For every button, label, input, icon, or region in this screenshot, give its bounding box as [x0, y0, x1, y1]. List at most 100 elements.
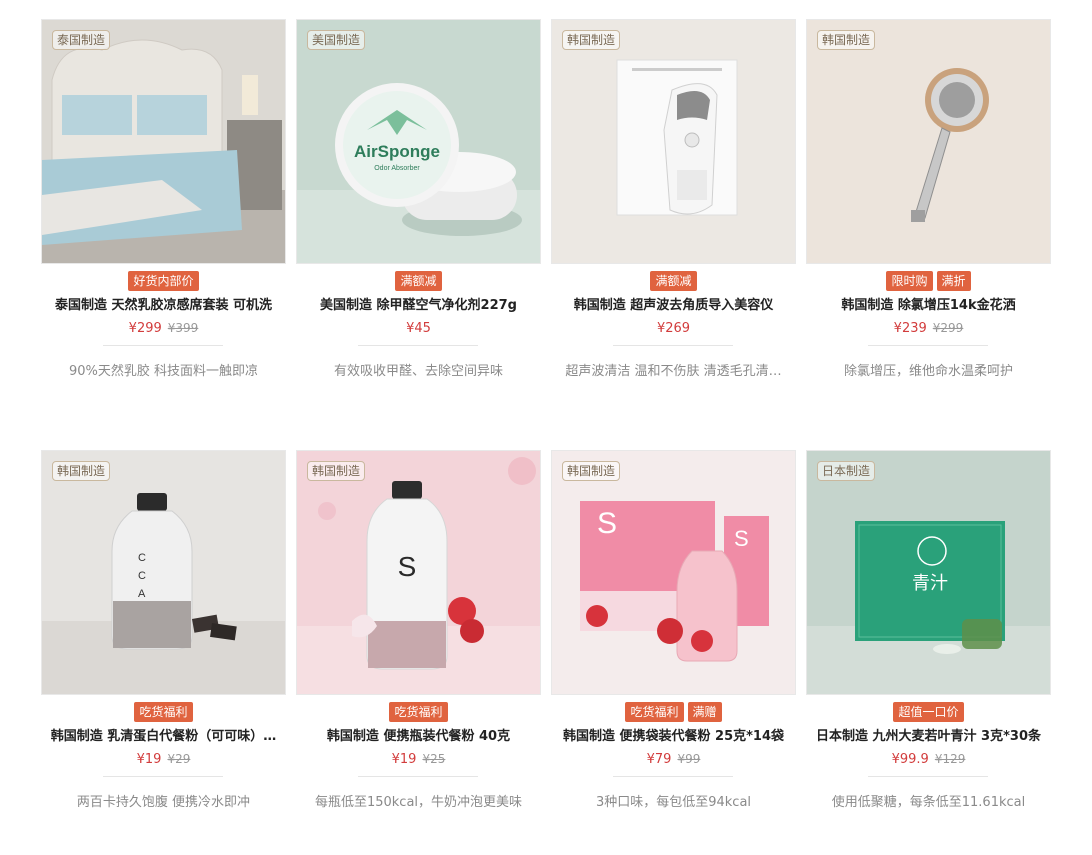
product-name[interactable]: 美国制造 除甲醛空气净化剂227g — [302, 294, 535, 313]
divider — [868, 345, 988, 346]
divider — [358, 345, 478, 346]
price-row: ¥239 ¥299 — [806, 321, 1051, 336]
product-card[interactable]: 泰国制造 好货内部价 泰国制造 天然乳胶凉感席套装 可机洗 ¥299 ¥399 9… — [41, 19, 286, 419]
svg-text:A: A — [138, 588, 146, 600]
cca-bottle-image: C C A — [42, 451, 285, 694]
promo-tag: 好货内部价 — [128, 271, 199, 291]
origin-badge: 韩国制造 — [52, 461, 111, 481]
origin-badge: 韩国制造 — [562, 461, 621, 481]
divider — [103, 776, 223, 777]
promo-tag: 超值一口价 — [893, 702, 964, 722]
promo-tag: 满赠 — [687, 702, 722, 722]
promo-tags: 吃货福利 满赠 — [551, 702, 796, 722]
airsponge-jar-image: AirSponge Odor Absorber — [297, 20, 540, 263]
product-image[interactable]: 韩国制造 — [806, 19, 1051, 264]
price-row: ¥299 ¥399 — [41, 321, 286, 336]
current-price: ¥99.9 — [891, 752, 929, 767]
current-price: ¥19 — [136, 752, 162, 767]
origin-badge: 美国制造 — [307, 30, 366, 50]
promo-tags: 吃货福利 — [296, 702, 541, 722]
s-bottle-strawberry-image: S — [297, 451, 540, 694]
promo-tags: 吃货福利 — [41, 702, 286, 722]
product-card[interactable]: S S 韩国制造 吃货福利 满赠 韩国制造 便携袋装代餐粉 25克*14袋 ¥79… — [551, 450, 796, 850]
product-image[interactable]: C C A 韩国制造 — [41, 450, 286, 695]
divider — [613, 345, 733, 346]
product-description: 两百卡持久饱腹 便携冷水即冲 — [76, 795, 251, 810]
current-price: ¥45 — [406, 321, 431, 336]
svg-text:S: S — [398, 551, 417, 582]
product-image[interactable]: S S 韩国制造 — [551, 450, 796, 695]
promo-tags: 好货内部价 — [41, 271, 286, 291]
product-card[interactable]: S 韩国制造 吃货福利 韩国制造 便携瓶装代餐粉 40克 ¥19 ¥25 每瓶低至… — [296, 450, 541, 850]
divider — [103, 345, 223, 346]
product-name[interactable]: 韩国制造 除氯增压14k金花洒 — [812, 294, 1045, 313]
promo-tag: 限时购 — [886, 271, 933, 291]
price-row: ¥45 — [296, 321, 541, 336]
svg-text:AirSponge: AirSponge — [354, 142, 440, 161]
price-row: ¥19 ¥25 — [296, 752, 541, 767]
product-image[interactable]: 青汁 日本制造 — [806, 450, 1051, 695]
product-name[interactable]: 韩国制造 便携袋装代餐粉 25克*14袋 — [557, 725, 790, 744]
promo-tags: 限时购 满折 — [806, 271, 1051, 291]
promo-tag: 吃货福利 — [625, 702, 684, 722]
product-image[interactable]: AirSponge Odor Absorber 美国制造 — [296, 19, 541, 264]
promo-tags: 超值一口价 — [806, 702, 1051, 722]
divider — [358, 776, 478, 777]
green-juice-box-image: 青汁 — [807, 451, 1050, 694]
bed-latex-mat-image — [42, 20, 285, 263]
product-name[interactable]: 日本制造 九州大麦若叶青汁 3克*30条 — [812, 725, 1045, 744]
origin-badge: 日本制造 — [817, 461, 876, 481]
current-price: ¥19 — [391, 752, 417, 767]
shower-head-image — [807, 20, 1050, 263]
product-grid: 泰国制造 好货内部价 泰国制造 天然乳胶凉感席套装 可机洗 ¥299 ¥399 9… — [0, 0, 1092, 855]
product-description: 使用低聚糖，每条低至11.61kcal — [831, 795, 1026, 810]
product-description: 90%天然乳胶 科技面料一触即凉 — [68, 364, 259, 379]
promo-tag: 满折 — [936, 271, 971, 291]
product-name[interactable]: 泰国制造 天然乳胶凉感席套装 可机洗 — [47, 294, 280, 313]
price-row: ¥269 — [551, 321, 796, 336]
promo-tag: 满额减 — [395, 271, 442, 291]
product-description: 有效吸收甲醛、去除空间异味 — [333, 364, 503, 379]
origin-badge: 泰国制造 — [52, 30, 111, 50]
original-price: ¥299 — [932, 321, 964, 335]
origin-badge: 韩国制造 — [307, 461, 366, 481]
svg-text:青汁: 青汁 — [912, 573, 948, 594]
product-card[interactable]: AirSponge Odor Absorber 美国制造 满额减 美国制造 除甲… — [296, 19, 541, 419]
origin-badge: 韩国制造 — [817, 30, 876, 50]
product-name[interactable]: 韩国制造 便携瓶装代餐粉 40克 — [302, 725, 535, 744]
original-price: ¥29 — [167, 752, 191, 766]
svg-text:Odor Absorber: Odor Absorber — [374, 165, 420, 172]
s-box-pink-image: S S — [552, 451, 795, 694]
promo-tags: 满额减 — [551, 271, 796, 291]
promo-tag: 满额减 — [650, 271, 697, 291]
product-image[interactable]: 泰国制造 — [41, 19, 286, 264]
original-price: ¥399 — [167, 321, 199, 335]
product-card[interactable]: 韩国制造 满额减 韩国制造 超声波去角质导入美容仪 ¥269 超声波清洁 温和不… — [551, 19, 796, 419]
current-price: ¥79 — [646, 752, 672, 767]
original-price: ¥25 — [422, 752, 446, 766]
original-price: ¥129 — [934, 752, 966, 766]
svg-text:C: C — [138, 570, 146, 582]
divider — [868, 776, 988, 777]
product-description: 每瓶低至150kcal，牛奶冲泡更美味 — [314, 795, 523, 810]
current-price: ¥299 — [128, 321, 162, 336]
product-card[interactable]: C C A 韩国制造 吃货福利 韩国制造 乳清蛋白代餐粉（可可味）… ¥19 ¥2… — [41, 450, 286, 850]
svg-text:S: S — [597, 507, 617, 540]
product-card[interactable]: 青汁 日本制造 超值一口价 日本制造 九州大麦若叶青汁 3克*30条 ¥99.9… — [806, 450, 1051, 850]
product-image[interactable]: 韩国制造 — [551, 19, 796, 264]
price-row: ¥19 ¥29 — [41, 752, 286, 767]
product-description: 除氯增压，维他命水温柔呵护 — [843, 364, 1013, 379]
promo-tag: 吃货福利 — [389, 702, 448, 722]
product-card[interactable]: 韩国制造 限时购 满折 韩国制造 除氯增压14k金花洒 ¥239 ¥299 除氯增压… — [806, 19, 1051, 419]
current-price: ¥239 — [893, 321, 927, 336]
product-name[interactable]: 韩国制造 超声波去角质导入美容仪 — [557, 294, 790, 313]
price-row: ¥79 ¥99 — [551, 752, 796, 767]
product-description: 3种口味，每包低至94kcal — [595, 795, 752, 810]
current-price: ¥269 — [656, 321, 691, 336]
ultrasonic-device-image — [552, 20, 795, 263]
svg-text:C: C — [138, 552, 146, 564]
price-row: ¥99.9 ¥129 — [806, 752, 1051, 767]
original-price: ¥99 — [677, 752, 701, 766]
product-name[interactable]: 韩国制造 乳清蛋白代餐粉（可可味）… — [47, 725, 280, 744]
product-image[interactable]: S 韩国制造 — [296, 450, 541, 695]
